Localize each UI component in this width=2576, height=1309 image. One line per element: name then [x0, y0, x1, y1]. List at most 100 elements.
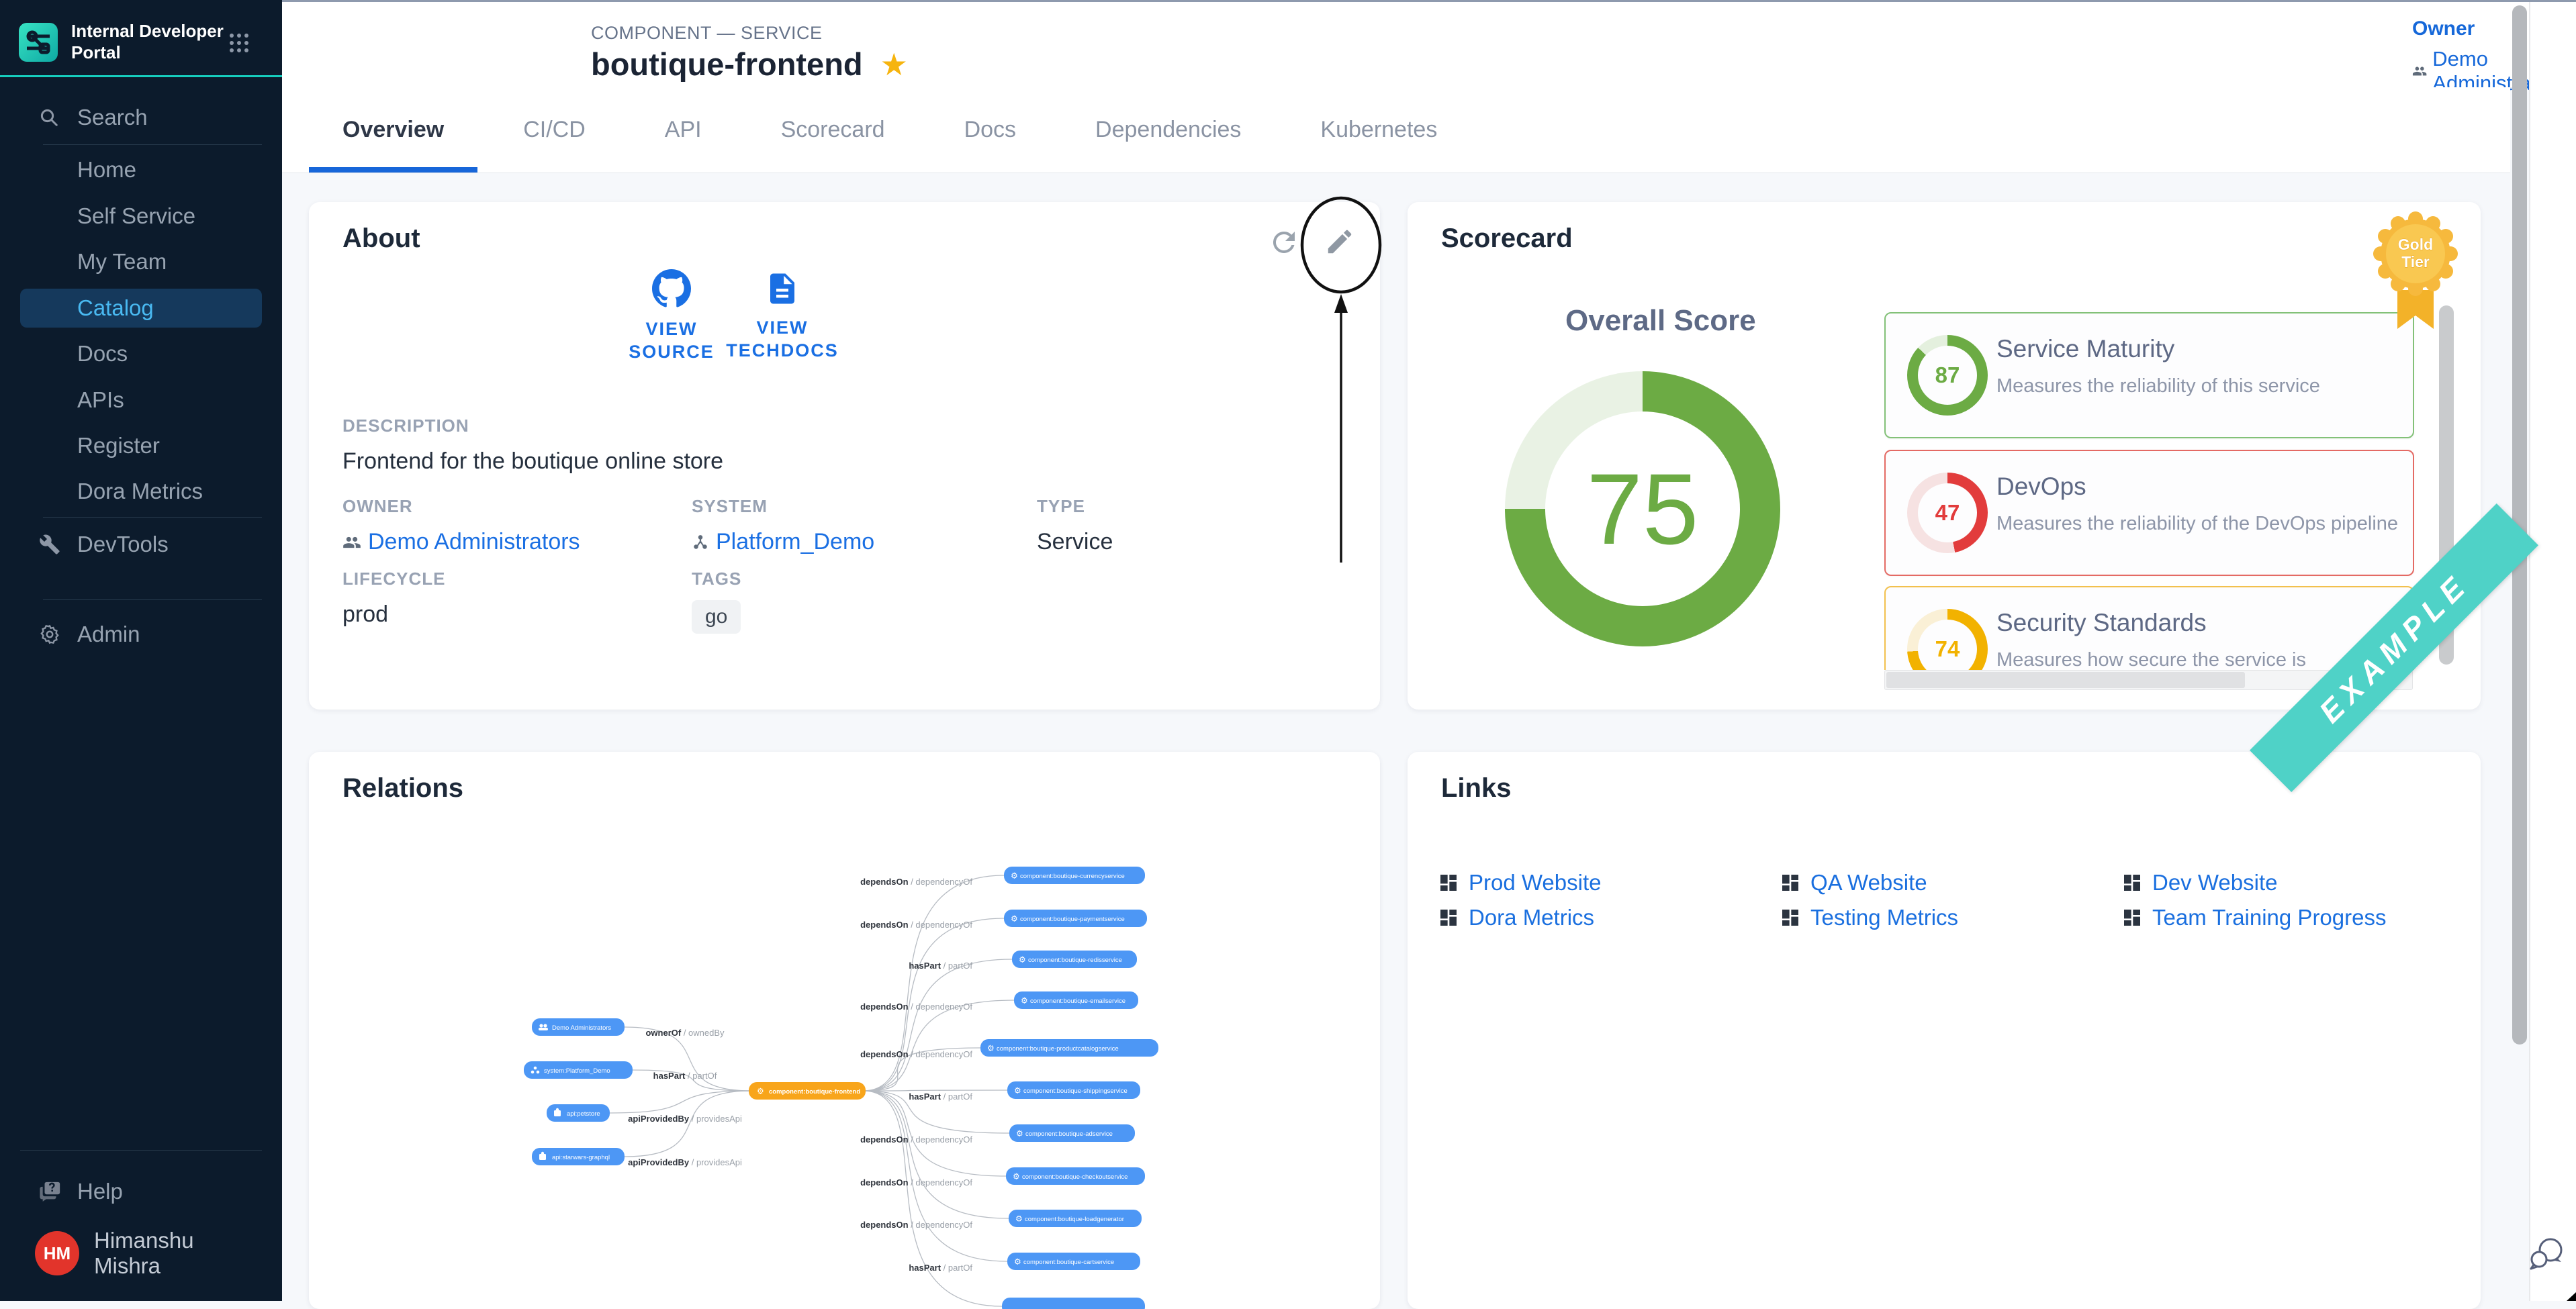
- graph-node-system-platform-demo[interactable]: system:Platform_Demo: [524, 1061, 633, 1079]
- sidebar-search[interactable]: Search: [20, 98, 262, 137]
- sidebar-item-docs[interactable]: Docs: [20, 334, 262, 373]
- metric-description: Measures how secure the service is: [1996, 649, 2306, 670]
- link-dora-metrics[interactable]: Dora Metrics: [1438, 905, 1594, 930]
- sidebar-item-apis[interactable]: APIs: [20, 381, 262, 420]
- svg-text:⚙: ⚙: [1015, 1214, 1023, 1224]
- tags-field-label: TAGS: [692, 569, 741, 589]
- metric-donut: 47: [1907, 473, 1988, 553]
- graph-node-component-boutique-adservice[interactable]: ⚙component:boutique-adservice: [1009, 1124, 1135, 1142]
- tab-api[interactable]: API: [631, 87, 735, 173]
- sidebar-item-my-team[interactable]: My Team: [20, 242, 262, 281]
- tab-ci-cd[interactable]: CI/CD: [490, 87, 619, 173]
- graph-node-demo-administrators[interactable]: Demo Administrators: [532, 1018, 625, 1036]
- graph-node-label: component:boutique-checkoutservice: [1022, 1173, 1128, 1181]
- chat-bubbles-icon[interactable]: [2528, 1235, 2568, 1273]
- graph-edge: [863, 1091, 1007, 1261]
- links-card-title: Links: [1441, 773, 1511, 804]
- graph-node-label: component:boutique-productcatalogservice: [997, 1045, 1119, 1053]
- graph-node-label: component:boutique-cartservice: [1023, 1259, 1114, 1266]
- graph-node-component-boutique-paymentservice[interactable]: ⚙component:boutique-paymentservice: [1004, 910, 1147, 927]
- refresh-icon[interactable]: [1268, 226, 1305, 264]
- sidebar-user[interactable]: HM Himanshu Mishra: [20, 1234, 262, 1273]
- graph-node-component-boutique-cartservice[interactable]: ⚙component:boutique-cartservice: [1007, 1253, 1140, 1270]
- owner-field-value: Demo Administrators: [368, 529, 580, 555]
- relations-card-title: Relations: [342, 773, 463, 804]
- link-label: Prod Website: [1469, 870, 1601, 895]
- sidebar-item-help[interactable]: Help: [20, 1172, 262, 1211]
- sidebar-item-label: Register: [77, 433, 160, 458]
- tab-kubernetes[interactable]: Kubernetes: [1287, 87, 1471, 173]
- metric-tile-devops[interactable]: 47DevOpsMeasures the reliability of the …: [1884, 450, 2414, 576]
- sidebar-item-dora-metrics[interactable]: Dora Metrics: [20, 472, 262, 511]
- graph-node-cut-off[interactable]: [1002, 1298, 1145, 1309]
- apps-grid-icon[interactable]: [230, 34, 248, 52]
- link-dev-website[interactable]: Dev Website: [2121, 870, 2277, 895]
- page-right-margin: [2530, 0, 2576, 1301]
- scorecard-metrics-list[interactable]: 87Service MaturityMeasures the reliabili…: [1884, 299, 2456, 670]
- system-field-value: Platform_Demo: [716, 529, 874, 555]
- graph-edge-label: hasPart / partOf: [653, 1071, 717, 1081]
- sidebar-item-label: Self Service: [77, 203, 195, 229]
- graph-node-component-boutique-checkoutservice[interactable]: ⚙component:boutique-checkoutservice: [1006, 1167, 1145, 1185]
- graph-node-label: component:boutique-redisservice: [1028, 957, 1122, 964]
- link-prod-website[interactable]: Prod Website: [1438, 870, 1601, 895]
- tab-scorecard[interactable]: Scorecard: [747, 87, 919, 173]
- description-value: Frontend for the boutique online store: [342, 448, 723, 475]
- owner-field-label: OWNER: [342, 496, 580, 517]
- graph-node-label: component:boutique-adservice: [1025, 1130, 1113, 1138]
- sidebar-item-devtools[interactable]: DevTools: [20, 525, 262, 564]
- overall-score-label: Overall Score: [1565, 304, 1756, 338]
- svg-text:⚙: ⚙: [1014, 1257, 1021, 1267]
- view-source-link[interactable]: VIEWSOURCE: [614, 269, 729, 363]
- tag-chip[interactable]: go: [692, 600, 741, 634]
- system-field-link[interactable]: Platform_Demo: [692, 529, 874, 555]
- sidebar-admin-label: Admin: [77, 622, 140, 647]
- scorecard-card-title: Scorecard: [1441, 224, 1573, 254]
- link-team-training-progress[interactable]: Team Training Progress: [2121, 905, 2386, 930]
- metric-name: DevOps: [1996, 473, 2086, 501]
- tab-dependencies[interactable]: Dependencies: [1062, 87, 1275, 173]
- view-techdocs-link[interactable]: VIEWTECHDOCS: [725, 269, 839, 362]
- sidebar-item-register[interactable]: Register: [20, 426, 262, 465]
- metric-description: Measures the reliability of this service: [1996, 375, 2320, 397]
- graph-node-api-petstore[interactable]: api:petstore: [547, 1104, 610, 1122]
- graph-node-label: component:boutique-shippingservice: [1023, 1087, 1128, 1095]
- graph-edge-label: hasPart / partOf: [909, 961, 972, 971]
- sidebar-item-label: Dora Metrics: [77, 479, 203, 504]
- graph-edge: [863, 1091, 1006, 1176]
- page-title: boutique-frontend ★: [591, 46, 908, 83]
- graph-edge: [863, 1090, 1007, 1091]
- view-source-label: VIEWSOURCE: [614, 318, 729, 363]
- graph-node-center[interactable]: ⚙component:boutique-frontend: [749, 1082, 866, 1100]
- graph-node-api-starwars-graphql[interactable]: api:starwars-graphql: [532, 1148, 625, 1165]
- sidebar-item-self-service[interactable]: Self Service: [20, 197, 262, 236]
- tab-overview[interactable]: Overview: [309, 87, 477, 173]
- star-icon[interactable]: ★: [880, 46, 908, 83]
- graph-edge-label: apiProvidedBy / providesApi: [628, 1157, 742, 1167]
- metric-donut: 87: [1907, 335, 1988, 416]
- graph-node-component-boutique-redisservice[interactable]: ⚙component:boutique-redisservice: [1012, 951, 1137, 968]
- system-field: SYSTEM Platform_Demo: [692, 496, 874, 555]
- graph-edge-label: dependsOn / dependencyOf: [860, 877, 972, 887]
- graph-node-component-boutique-loadgenerator[interactable]: ⚙component:boutique-loadgenerator: [1009, 1210, 1142, 1227]
- edit-pencil-icon[interactable]: [1324, 226, 1362, 264]
- techdocs-icon: [764, 271, 800, 307]
- graph-node-component-boutique-productcatalogservice[interactable]: ⚙component:boutique-productcatalogservic…: [980, 1039, 1158, 1057]
- sidebar-item-admin[interactable]: Admin: [20, 615, 262, 654]
- sidebar-item-label: Home: [77, 157, 136, 183]
- sidebar-item-home[interactable]: Home: [20, 150, 262, 189]
- lifecycle-field: LIFECYCLE prod: [342, 569, 445, 628]
- metric-tile-service-maturity[interactable]: 87Service MaturityMeasures the reliabili…: [1884, 312, 2414, 438]
- metric-tile-security-standards[interactable]: 74Security StandardsMeasures how secure …: [1884, 586, 2414, 670]
- relations-graph: ownerOf / ownedByhasPart / partOfapiProv…: [309, 752, 1380, 1309]
- graph-node-component-boutique-shippingservice[interactable]: ⚙component:boutique-shippingservice: [1007, 1081, 1140, 1099]
- link-testing-metrics[interactable]: Testing Metrics: [1780, 905, 1958, 930]
- user-avatar: HM: [35, 1231, 79, 1275]
- link-qa-website[interactable]: QA Website: [1780, 870, 1927, 895]
- owner-field-link[interactable]: Demo Administrators: [342, 529, 580, 555]
- description-label: DESCRIPTION: [342, 416, 723, 436]
- graph-node-component-boutique-emailservice[interactable]: ⚙component:boutique-emailservice: [1014, 991, 1138, 1009]
- sidebar-item-catalog[interactable]: Catalog: [20, 289, 262, 328]
- graph-node-component-boutique-currencyservice[interactable]: ⚙component:boutique-currencyservice: [1004, 867, 1145, 884]
- tab-docs[interactable]: Docs: [931, 87, 1050, 173]
